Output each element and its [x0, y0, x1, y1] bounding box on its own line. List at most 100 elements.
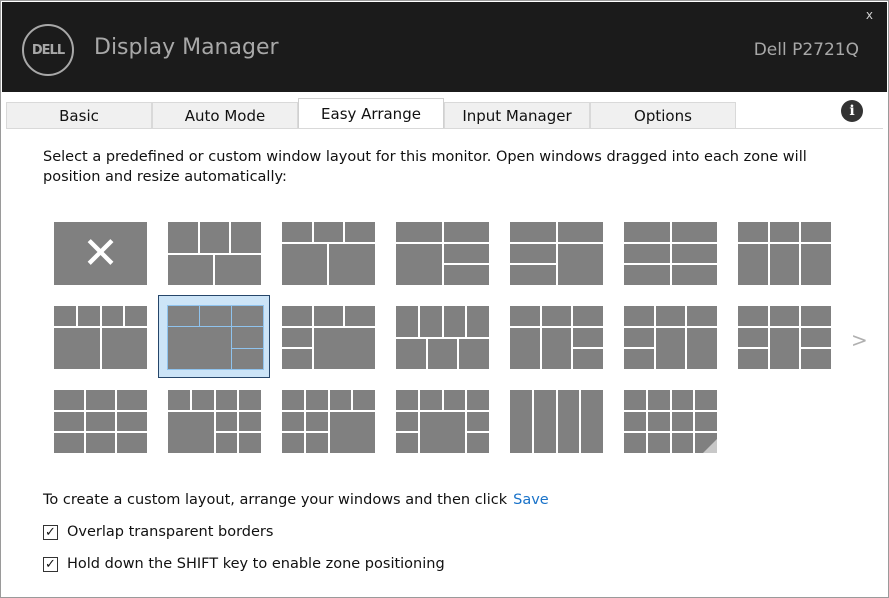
layout-zone	[648, 390, 670, 410]
layout-zone	[672, 390, 694, 410]
layout-zone	[314, 222, 344, 242]
layout-option[interactable]	[168, 222, 261, 285]
layout-option[interactable]	[624, 222, 717, 285]
layout-zone	[672, 265, 718, 285]
layout-zone	[396, 244, 442, 285]
layout-option[interactable]	[54, 390, 147, 453]
layout-zone	[168, 390, 190, 410]
layout-zone	[770, 328, 800, 369]
monitor-model: Dell P2721Q	[754, 40, 859, 60]
tab-input-manager[interactable]: Input Manager	[444, 102, 590, 129]
layout-option[interactable]	[624, 306, 717, 369]
tab-bar: Basic Auto Mode Easy Arrange Input Manag…	[6, 100, 736, 129]
layout-zone	[624, 265, 670, 285]
layout-zone	[510, 306, 540, 326]
layout-zone	[624, 412, 646, 432]
layout-zone	[239, 390, 261, 410]
layout-zone	[86, 433, 116, 453]
title-bar: DELL Display Manager Dell P2721Q x	[2, 2, 887, 92]
layout-zone	[428, 339, 458, 370]
layout-zone	[573, 349, 603, 369]
layout-zone	[117, 433, 147, 453]
checkbox-checked-icon[interactable]: ✓	[43, 525, 58, 540]
layout-zone	[200, 306, 231, 326]
layout-zone	[573, 306, 603, 326]
layout-zone	[510, 390, 532, 453]
layout-zone	[510, 328, 540, 369]
layout-zone	[54, 328, 100, 369]
layout-zone	[542, 306, 572, 326]
layout-option[interactable]	[396, 222, 489, 285]
tab-basic[interactable]: Basic	[6, 102, 152, 129]
layout-zone	[801, 349, 831, 369]
save-link[interactable]: Save	[513, 492, 549, 508]
shift-key-checkbox[interactable]: ✓ Hold down the SHIFT key to enable zone…	[43, 556, 445, 572]
layout-zone	[282, 222, 312, 242]
layout-zone	[420, 412, 466, 453]
layout-zone	[396, 306, 418, 337]
layout-zone	[396, 412, 418, 432]
layout-zone	[581, 390, 603, 453]
layout-zone	[672, 412, 694, 432]
layout-zone	[672, 433, 694, 453]
layout-zone	[801, 328, 831, 348]
overlap-borders-checkbox[interactable]: ✓ Overlap transparent borders	[43, 524, 273, 540]
layout-zone	[770, 306, 800, 326]
tab-options[interactable]: Options	[590, 102, 736, 129]
layout-zone	[54, 412, 84, 432]
layout-zone	[125, 306, 147, 326]
layout-zone	[534, 390, 556, 453]
layout-zone	[687, 328, 717, 369]
resize-corner-icon	[703, 439, 717, 453]
layout-zone	[444, 265, 490, 285]
layout-zone	[345, 306, 375, 326]
no-layout-option[interactable]: ✕	[54, 222, 147, 285]
layout-zone	[282, 433, 304, 453]
checkbox-checked-icon[interactable]: ✓	[43, 557, 58, 572]
layout-option[interactable]	[510, 306, 603, 369]
tab-auto-mode[interactable]: Auto Mode	[152, 102, 298, 129]
layout-zone	[420, 390, 442, 410]
layout-zone	[54, 433, 84, 453]
layout-zone	[231, 222, 261, 253]
layout-option[interactable]	[510, 222, 603, 285]
layout-zone	[168, 306, 199, 326]
tab-easy-arrange[interactable]: Easy Arrange	[298, 98, 444, 129]
layout-zone	[624, 328, 654, 348]
layout-option[interactable]	[168, 390, 261, 453]
layout-option[interactable]	[624, 390, 717, 453]
close-icon[interactable]: x	[866, 8, 873, 22]
layout-zone	[656, 328, 686, 369]
layout-zone	[510, 244, 556, 264]
layout-zone	[232, 349, 263, 369]
layout-zone	[624, 390, 646, 410]
layout-zone	[282, 328, 312, 348]
layout-zone	[672, 222, 718, 242]
layout-zone	[687, 306, 717, 326]
layout-option[interactable]	[168, 306, 263, 369]
layout-option[interactable]	[282, 390, 375, 453]
layout-zone	[306, 390, 328, 410]
layout-option[interactable]	[396, 390, 489, 453]
layout-option[interactable]	[738, 306, 831, 369]
layout-zone	[232, 327, 263, 347]
layout-zone	[353, 390, 375, 410]
dell-logo: DELL	[22, 24, 74, 76]
layout-option[interactable]	[396, 306, 489, 369]
next-page-arrow-icon[interactable]: >	[851, 328, 868, 352]
layout-zone	[306, 433, 328, 453]
layout-zone	[624, 244, 670, 264]
info-icon[interactable]: i	[841, 100, 863, 122]
layout-option[interactable]	[738, 222, 831, 285]
layout-zone	[216, 390, 238, 410]
layout-option[interactable]	[54, 306, 147, 369]
layout-option[interactable]	[510, 390, 603, 453]
layout-zone	[624, 349, 654, 369]
layout-zone	[558, 244, 604, 285]
layout-option[interactable]	[282, 306, 375, 369]
layout-option[interactable]	[282, 222, 375, 285]
layout-zone	[648, 412, 670, 432]
layout-zone	[801, 244, 831, 285]
layout-zone	[215, 255, 261, 286]
layout-zone	[656, 306, 686, 326]
